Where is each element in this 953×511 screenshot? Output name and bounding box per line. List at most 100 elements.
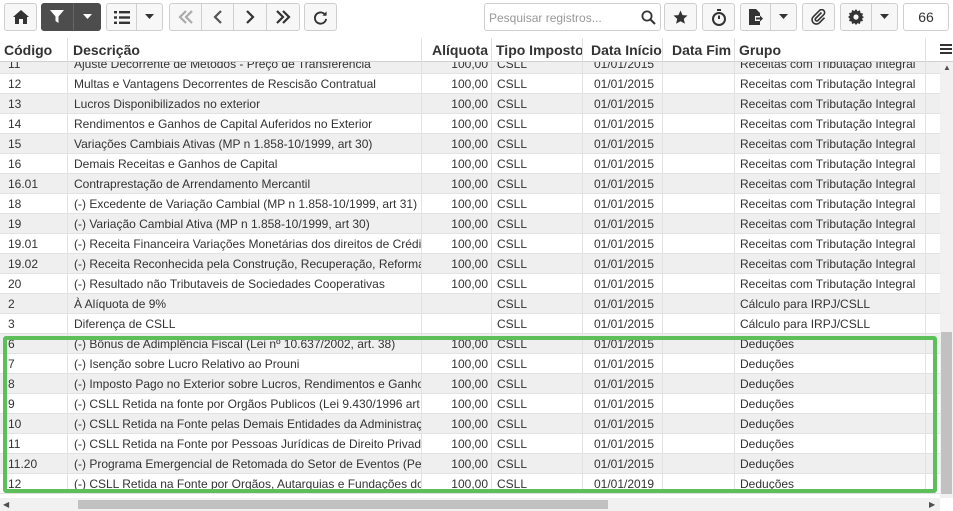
cell-tipo-imposto: CSLL (492, 374, 583, 394)
cell-tipo-imposto: CSLL (492, 174, 583, 194)
cell-aliquota: 100,00 (422, 134, 492, 154)
last-page-button[interactable] (266, 3, 300, 31)
table-row[interactable]: 10 (-) CSLL Retida na Fonte pelas Demais … (0, 414, 940, 434)
chevron-down-icon (82, 14, 92, 20)
table-row[interactable]: 2À Alíquota de 9% CSLL 01/01/2015 Cálculo p… (0, 294, 940, 314)
cell-descricao: (-) Receita Financeira Variações Monetár… (68, 234, 422, 254)
cell-codigo: 3 (0, 314, 68, 334)
table-row[interactable]: 11.20 (-) Programa Emergencial de Retomad… (0, 454, 940, 474)
filter-button[interactable] (41, 3, 73, 31)
cell-data-inicio: 01/01/2015 (583, 314, 663, 334)
cell-codigo: 11.20 (0, 454, 68, 474)
cell-data-inicio: 01/01/2015 (583, 274, 663, 294)
table-row[interactable]: 13 Lucros Disponibilizados no exterior 100… (0, 94, 940, 114)
cell-grupo: Receitas com Tributação Integral (735, 74, 926, 94)
cell-tipo-imposto: CSLL (492, 314, 583, 334)
favorite-button[interactable] (664, 3, 697, 31)
cell-data-fim (663, 394, 735, 414)
column-header-tipo-imposto[interactable]: Tipo Imposto (492, 38, 583, 62)
cell-descricao: Diferença de CSLL (68, 314, 422, 334)
star-icon (673, 9, 688, 25)
settings-dropdown-button[interactable] (871, 3, 898, 31)
cell-descricao: (-) CSLL Retida na Fonte pelas Demais En… (68, 414, 422, 434)
search-icon[interactable] (641, 10, 656, 28)
cell-data-fim (663, 194, 735, 214)
list-view-button[interactable] (106, 3, 137, 31)
cell-descricao: À Alíquota de 9% (68, 294, 422, 314)
column-header-grupo[interactable]: Grupo (735, 38, 926, 62)
cell-descricao: (-) Receita Reconhecida pela Construção,… (68, 254, 422, 274)
cell-data-inicio: 01/01/2015 (583, 414, 663, 434)
cell-grupo: Deduções (735, 474, 926, 494)
table-row[interactable]: 7 (-) Isenção sobre Lucro Relativo ao Pro… (0, 354, 940, 374)
vertical-scrollbar[interactable]: ▲ (940, 62, 953, 498)
column-header-codigo[interactable]: Código (0, 38, 68, 62)
timer-button[interactable] (702, 3, 735, 31)
table-row[interactable]: 19.01 (-) Receita Financeira Variações Mo… (0, 234, 940, 254)
table-row[interactable]: 20 (-) Resultado não Tributaveis de Socie… (0, 274, 940, 294)
cell-tipo-imposto: CSLL (492, 414, 583, 434)
horizontal-scrollbar[interactable]: ◀ ▶ (0, 498, 940, 511)
attachments-button[interactable] (802, 3, 835, 31)
cell-codigo: 7 (0, 354, 68, 374)
table-row[interactable]: 15 Variações Cambiais Ativas (MP n 1.858-… (0, 134, 940, 154)
scroll-left-arrow-icon[interactable]: ◀ (3, 498, 9, 511)
cell-grupo: Deduções (735, 434, 926, 454)
table-row[interactable]: 19 (-) Variação Cambial Ativa (MP n 1.858… (0, 214, 940, 234)
column-menu-icon[interactable] (940, 43, 952, 57)
gear-icon (848, 9, 864, 25)
cell-data-inicio: 01/01/2019 (583, 474, 663, 494)
table-row[interactable]: 18 (-) Excedente de Variação Cambial (MP … (0, 194, 940, 214)
cell-codigo: 19.01 (0, 234, 68, 254)
settings-button[interactable] (840, 3, 872, 31)
list-view-dropdown-button[interactable] (136, 3, 163, 31)
cell-data-inicio: 01/01/2015 (583, 334, 663, 354)
cell-grupo: Receitas com Tributação Integral (735, 214, 926, 234)
table-row[interactable]: 14 Rendimentos e Ganhos de Capital Auferi… (0, 114, 940, 134)
cell-grupo: Receitas com Tributação Integral (735, 234, 926, 254)
export-dropdown-button[interactable] (770, 3, 797, 31)
cell-descricao: (-) Imposto Pago no Exterior sobre Lucro… (68, 374, 422, 394)
cell-data-inicio: 01/01/2015 (583, 374, 663, 394)
table-row[interactable]: 9 (-) CSLL Retida na fonte por Orgãos Pub… (0, 394, 940, 414)
cell-tipo-imposto: CSLL (492, 154, 583, 174)
chevron-down-icon (880, 14, 889, 20)
column-header-data-inicio[interactable]: Data Início (583, 38, 663, 62)
column-header-data-fim[interactable]: Data Fim (663, 38, 735, 62)
horizontal-scrollbar-thumb[interactable] (78, 500, 608, 509)
table-row[interactable]: 8 (-) Imposto Pago no Exterior sobre Lucr… (0, 374, 940, 394)
table-row[interactable]: 12 Multas e Vantagens Decorrentes de Resc… (0, 74, 940, 94)
table-row[interactable]: 16 Demais Receitas e Ganhos de Capital 100… (0, 154, 940, 174)
cell-data-fim (663, 154, 735, 174)
cell-aliquota: 100,00 (422, 254, 492, 274)
cell-data-fim (663, 94, 735, 114)
next-page-button[interactable] (233, 3, 267, 31)
search-input[interactable] (489, 9, 639, 27)
scroll-right-arrow-icon[interactable]: ▶ (929, 498, 935, 511)
filter-dropdown-button[interactable] (73, 3, 101, 31)
previous-page-button[interactable] (201, 3, 234, 31)
scroll-up-arrow-icon[interactable]: ▲ (943, 61, 951, 74)
cell-descricao: (-) CSLL Retida na fonte por Orgãos Publ… (68, 394, 422, 414)
cell-descricao: Contraprestação de Arrendamento Mercanti… (68, 174, 422, 194)
export-button[interactable] (740, 3, 771, 31)
table-row[interactable]: 6 (-) Bônus de Adimplência Fiscal (Lei nº… (0, 334, 940, 354)
table-row[interactable]: 12 (-) CSLL Retida na Fonte por Orgãos, A… (0, 474, 940, 494)
cell-codigo: 19 (0, 214, 68, 234)
refresh-button[interactable] (304, 3, 337, 31)
column-header-aliquota[interactable]: Alíquota (422, 38, 492, 62)
column-header-descricao[interactable]: Descrição (68, 38, 422, 62)
vertical-scrollbar-thumb[interactable] (941, 332, 952, 494)
cell-data-fim (663, 274, 735, 294)
table-row[interactable]: 19.02 (-) Receita Reconhecida pela Constr… (0, 254, 940, 274)
cell-data-inicio: 01/01/2015 (583, 294, 663, 314)
cell-tipo-imposto: CSLL (492, 134, 583, 154)
cell-data-fim (663, 214, 735, 234)
table-row[interactable]: 11 (-) CSLL Retida na Fonte por Pessoas J… (0, 434, 940, 454)
table-row[interactable]: 11 Ajuste Decorrente de Métodos - Preço d… (0, 62, 940, 74)
table-row[interactable]: 3 Diferença de CSLL CSLL 01/01/2015 Cálculo … (0, 314, 940, 334)
first-page-button[interactable] (169, 3, 202, 31)
cell-data-inicio: 01/01/2015 (583, 74, 663, 94)
home-button[interactable] (4, 3, 37, 31)
table-row[interactable]: 16.01 Contraprestação de Arrendamento Mer… (0, 174, 940, 194)
